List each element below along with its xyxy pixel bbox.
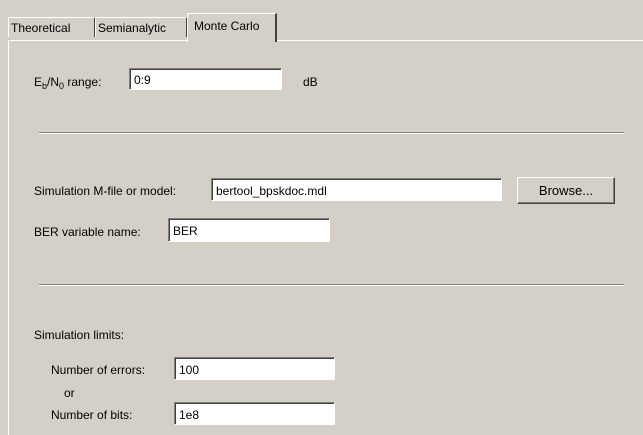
monte-carlo-panel: Eb/N0 range: dB Simulation M-file or mod… [8, 40, 643, 435]
ber-variable-input[interactable] [168, 218, 330, 242]
simulation-model-input[interactable] [211, 178, 502, 201]
ber-variable-label: BER variable name: [34, 225, 141, 239]
or-label: or [64, 386, 75, 400]
simulation-model-label: Simulation M-file or model: [34, 184, 177, 198]
separator-2 [39, 284, 624, 286]
ebno-range-label: Eb/N0 range: [34, 75, 102, 91]
number-of-bits-input[interactable] [174, 402, 335, 425]
simulation-limits-heading: Simulation limits: [34, 328, 125, 342]
browse-button[interactable]: Browse... [517, 177, 615, 204]
number-of-errors-label: Number of errors: [51, 363, 146, 377]
ebno-range-input[interactable] [129, 68, 282, 90]
tab-semianalytic[interactable]: Semianalytic [95, 17, 187, 37]
tab-theoretical[interactable]: Theoretical [8, 17, 95, 37]
tab-monte-carlo[interactable]: Monte Carlo [187, 13, 277, 42]
number-of-errors-input[interactable] [174, 357, 335, 380]
ebno-unit-label: dB [303, 75, 318, 89]
tab-strip: Theoretical Semianalytic Monte Carlo [8, 13, 643, 42]
separator-1 [39, 132, 624, 134]
number-of-bits-label: Number of bits: [51, 408, 133, 422]
